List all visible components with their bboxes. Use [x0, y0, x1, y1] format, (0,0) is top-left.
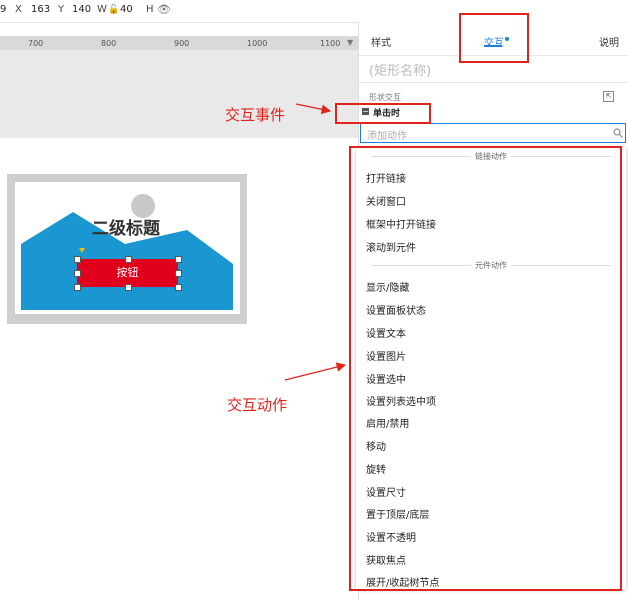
- highlight-event: [335, 103, 431, 124]
- search-placeholder: 添加动作: [367, 131, 407, 142]
- action-arrow: [284, 362, 347, 381]
- element-name-field[interactable]: (矩形名称): [369, 60, 431, 79]
- name-divider: [359, 82, 628, 83]
- shape-interaction-label: 形状交互: [369, 93, 401, 102]
- tab-style[interactable]: 样式: [371, 34, 391, 49]
- event-arrow: [295, 103, 332, 115]
- highlight-action-list: [349, 146, 622, 591]
- expand-icon[interactable]: ⇱: [603, 91, 614, 102]
- search-icon[interactable]: [613, 128, 623, 138]
- add-action-search[interactable]: 添加动作: [360, 123, 626, 143]
- tab-notes[interactable]: 说明: [599, 34, 619, 49]
- highlight-interaction-tab: [459, 13, 529, 63]
